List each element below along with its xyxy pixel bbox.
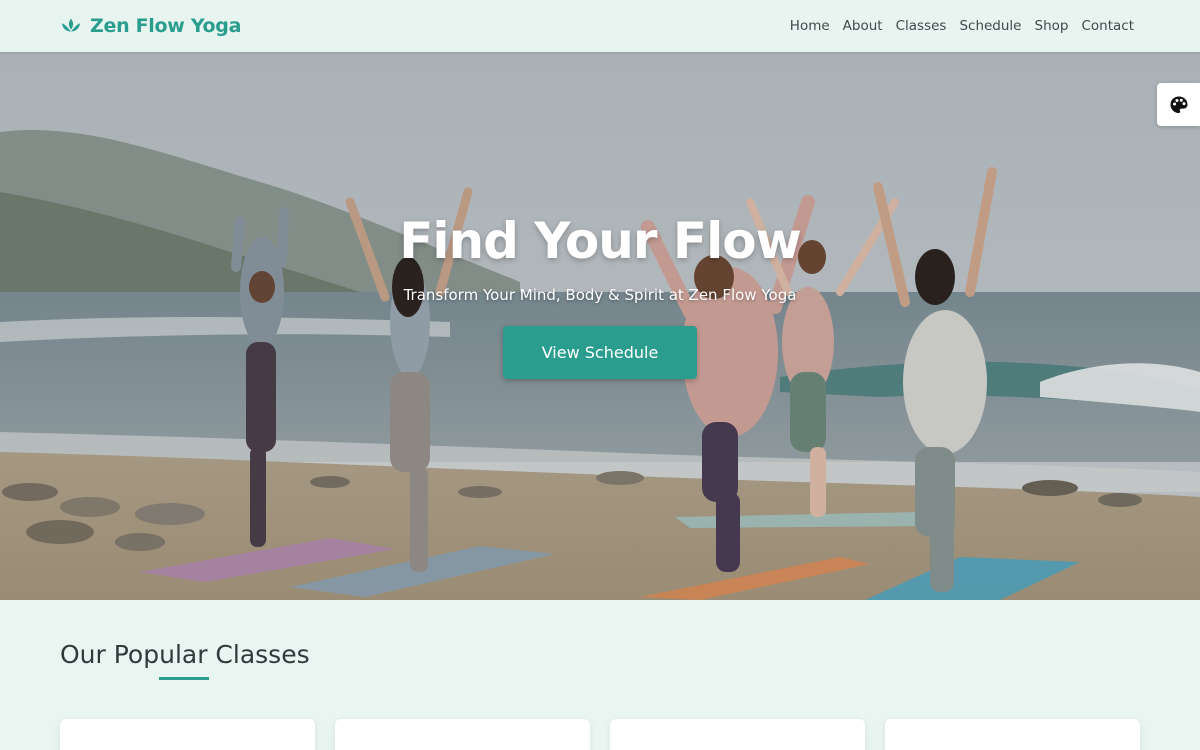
site-header: Zen Flow Yoga Home About Classes Schedul… bbox=[0, 0, 1200, 52]
nav-home-link[interactable]: Home bbox=[790, 18, 830, 34]
nav-contact-link[interactable]: Contact bbox=[1081, 18, 1134, 34]
nav-about-link[interactable]: About bbox=[843, 18, 883, 34]
nav-shop-link[interactable]: Shop bbox=[1035, 18, 1069, 34]
view-schedule-button[interactable]: View Schedule bbox=[503, 326, 697, 379]
class-card[interactable] bbox=[60, 719, 315, 750]
theme-toggle-button[interactable] bbox=[1157, 83, 1200, 126]
brand[interactable]: Zen Flow Yoga bbox=[60, 15, 241, 37]
main-nav: Home About Classes Schedule Shop Contact bbox=[790, 18, 1134, 34]
brand-name: Zen Flow Yoga bbox=[90, 15, 242, 37]
lotus-icon bbox=[61, 18, 81, 32]
section-title-underline bbox=[159, 677, 209, 680]
class-card[interactable] bbox=[610, 719, 865, 750]
palette-icon bbox=[1170, 96, 1187, 113]
hero-section: Find Your Flow Transform Your Mind, Body… bbox=[0, 52, 1200, 600]
popular-classes-section: Our Popular Classes bbox=[0, 600, 1200, 750]
section-title: Our Popular Classes bbox=[60, 640, 310, 669]
class-card[interactable] bbox=[335, 719, 590, 750]
hero-title: Find Your Flow bbox=[399, 212, 802, 270]
hero-content: Find Your Flow Transform Your Mind, Body… bbox=[0, 212, 1200, 379]
nav-classes-link[interactable]: Classes bbox=[896, 18, 947, 34]
hero-subtitle: Transform Your Mind, Body & Spirit at Ze… bbox=[403, 286, 797, 304]
nav-schedule-link[interactable]: Schedule bbox=[959, 18, 1021, 34]
class-card[interactable] bbox=[885, 719, 1140, 750]
